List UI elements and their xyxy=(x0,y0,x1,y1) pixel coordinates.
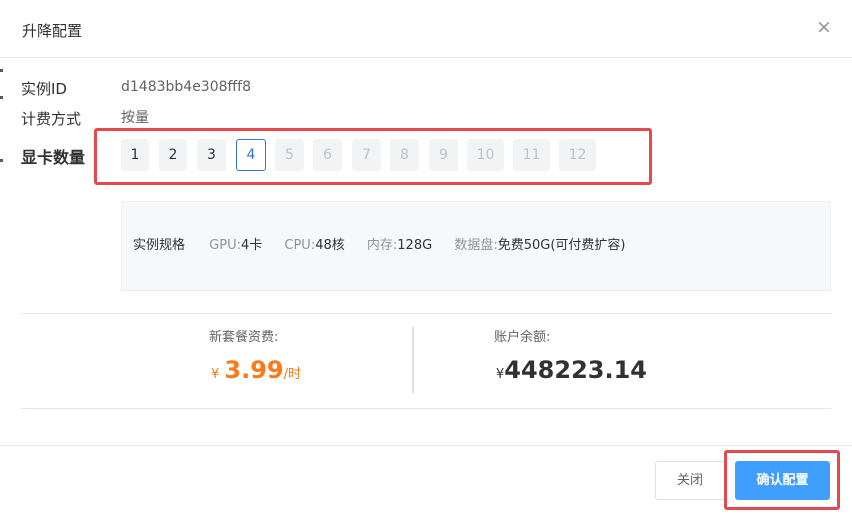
gpu-count-label: 显卡数量 xyxy=(21,148,86,167)
new-fee-label: 新套餐资费: xyxy=(209,330,279,345)
close-button[interactable]: 关闭 xyxy=(655,461,725,500)
gpu-option-9[interactable]: 9 xyxy=(429,139,458,171)
footer-divider xyxy=(0,445,852,446)
gpu-option-10[interactable]: 10 xyxy=(467,139,504,171)
balance-amount: ¥448223.14 xyxy=(496,356,647,384)
confirm-config-button[interactable]: 确认配置 xyxy=(735,461,830,500)
gpu-option-7[interactable]: 7 xyxy=(352,139,381,171)
pricing-top-divider xyxy=(21,313,831,314)
new-fee-value: 3.99 xyxy=(224,356,284,384)
edge-marker xyxy=(0,69,3,72)
gpu-option-4[interactable]: 4 xyxy=(236,139,266,171)
spec-gpu-value: 4卡 xyxy=(240,238,263,253)
billing-method-value: 按量 xyxy=(121,110,149,126)
upgrade-config-dialog: 升降配置 × 实例ID d1483bb4e308fff8 计费方式 按量 显卡数… xyxy=(0,0,852,515)
instance-id-value: d1483bb4e308fff8 xyxy=(121,79,252,95)
spec-cpu-key: CPU: xyxy=(284,238,316,253)
spec-disk-value: 免费50G(可付费扩容) xyxy=(497,238,626,253)
close-icon[interactable]: × xyxy=(814,16,834,38)
dialog-header: 升降配置 × xyxy=(0,0,852,58)
gpu-option-5[interactable]: 5 xyxy=(275,139,304,171)
instance-spec-panel: 实例规格 GPU:4卡 CPU:48核 内存:128G 数据盘:免费50G(可付… xyxy=(121,201,831,291)
gpu-option-6[interactable]: 6 xyxy=(313,139,342,171)
pricing-bottom-divider xyxy=(21,408,831,409)
balance-label: 账户余额: xyxy=(494,330,551,345)
spec-memory-value: 128G xyxy=(397,238,433,253)
spec-line: 实例规格 GPU:4卡 CPU:48核 内存:128G 数据盘:免费50G(可付… xyxy=(133,236,643,256)
edge-marker xyxy=(0,159,3,162)
spec-gpu-key: GPU: xyxy=(209,238,241,253)
gpu-option-3[interactable]: 3 xyxy=(197,139,226,171)
currency-symbol: ¥ xyxy=(211,367,220,382)
gpu-option-2[interactable]: 2 xyxy=(159,139,187,171)
spec-disk-key: 数据盘: xyxy=(454,238,498,253)
pricing-vertical-divider xyxy=(412,327,414,393)
new-fee-amount: ¥ 3.99/时 xyxy=(211,356,301,384)
gpu-option-1[interactable]: 1 xyxy=(121,139,149,171)
edge-marker xyxy=(0,96,3,99)
new-fee-unit: /时 xyxy=(283,367,301,382)
gpu-option-8[interactable]: 8 xyxy=(390,139,419,171)
balance-value: 448223.14 xyxy=(504,356,647,384)
billing-method-label: 计费方式 xyxy=(21,110,82,128)
spec-title: 实例规格 xyxy=(133,238,186,253)
instance-id-label: 实例ID xyxy=(21,80,67,98)
gpu-option-11[interactable]: 11 xyxy=(513,139,550,171)
dialog-title: 升降配置 xyxy=(22,22,83,40)
spec-cpu-value: 48核 xyxy=(315,238,345,253)
gpu-option-12[interactable]: 12 xyxy=(559,139,596,171)
spec-memory-key: 内存: xyxy=(366,238,398,253)
left-edge-markers xyxy=(0,58,4,446)
